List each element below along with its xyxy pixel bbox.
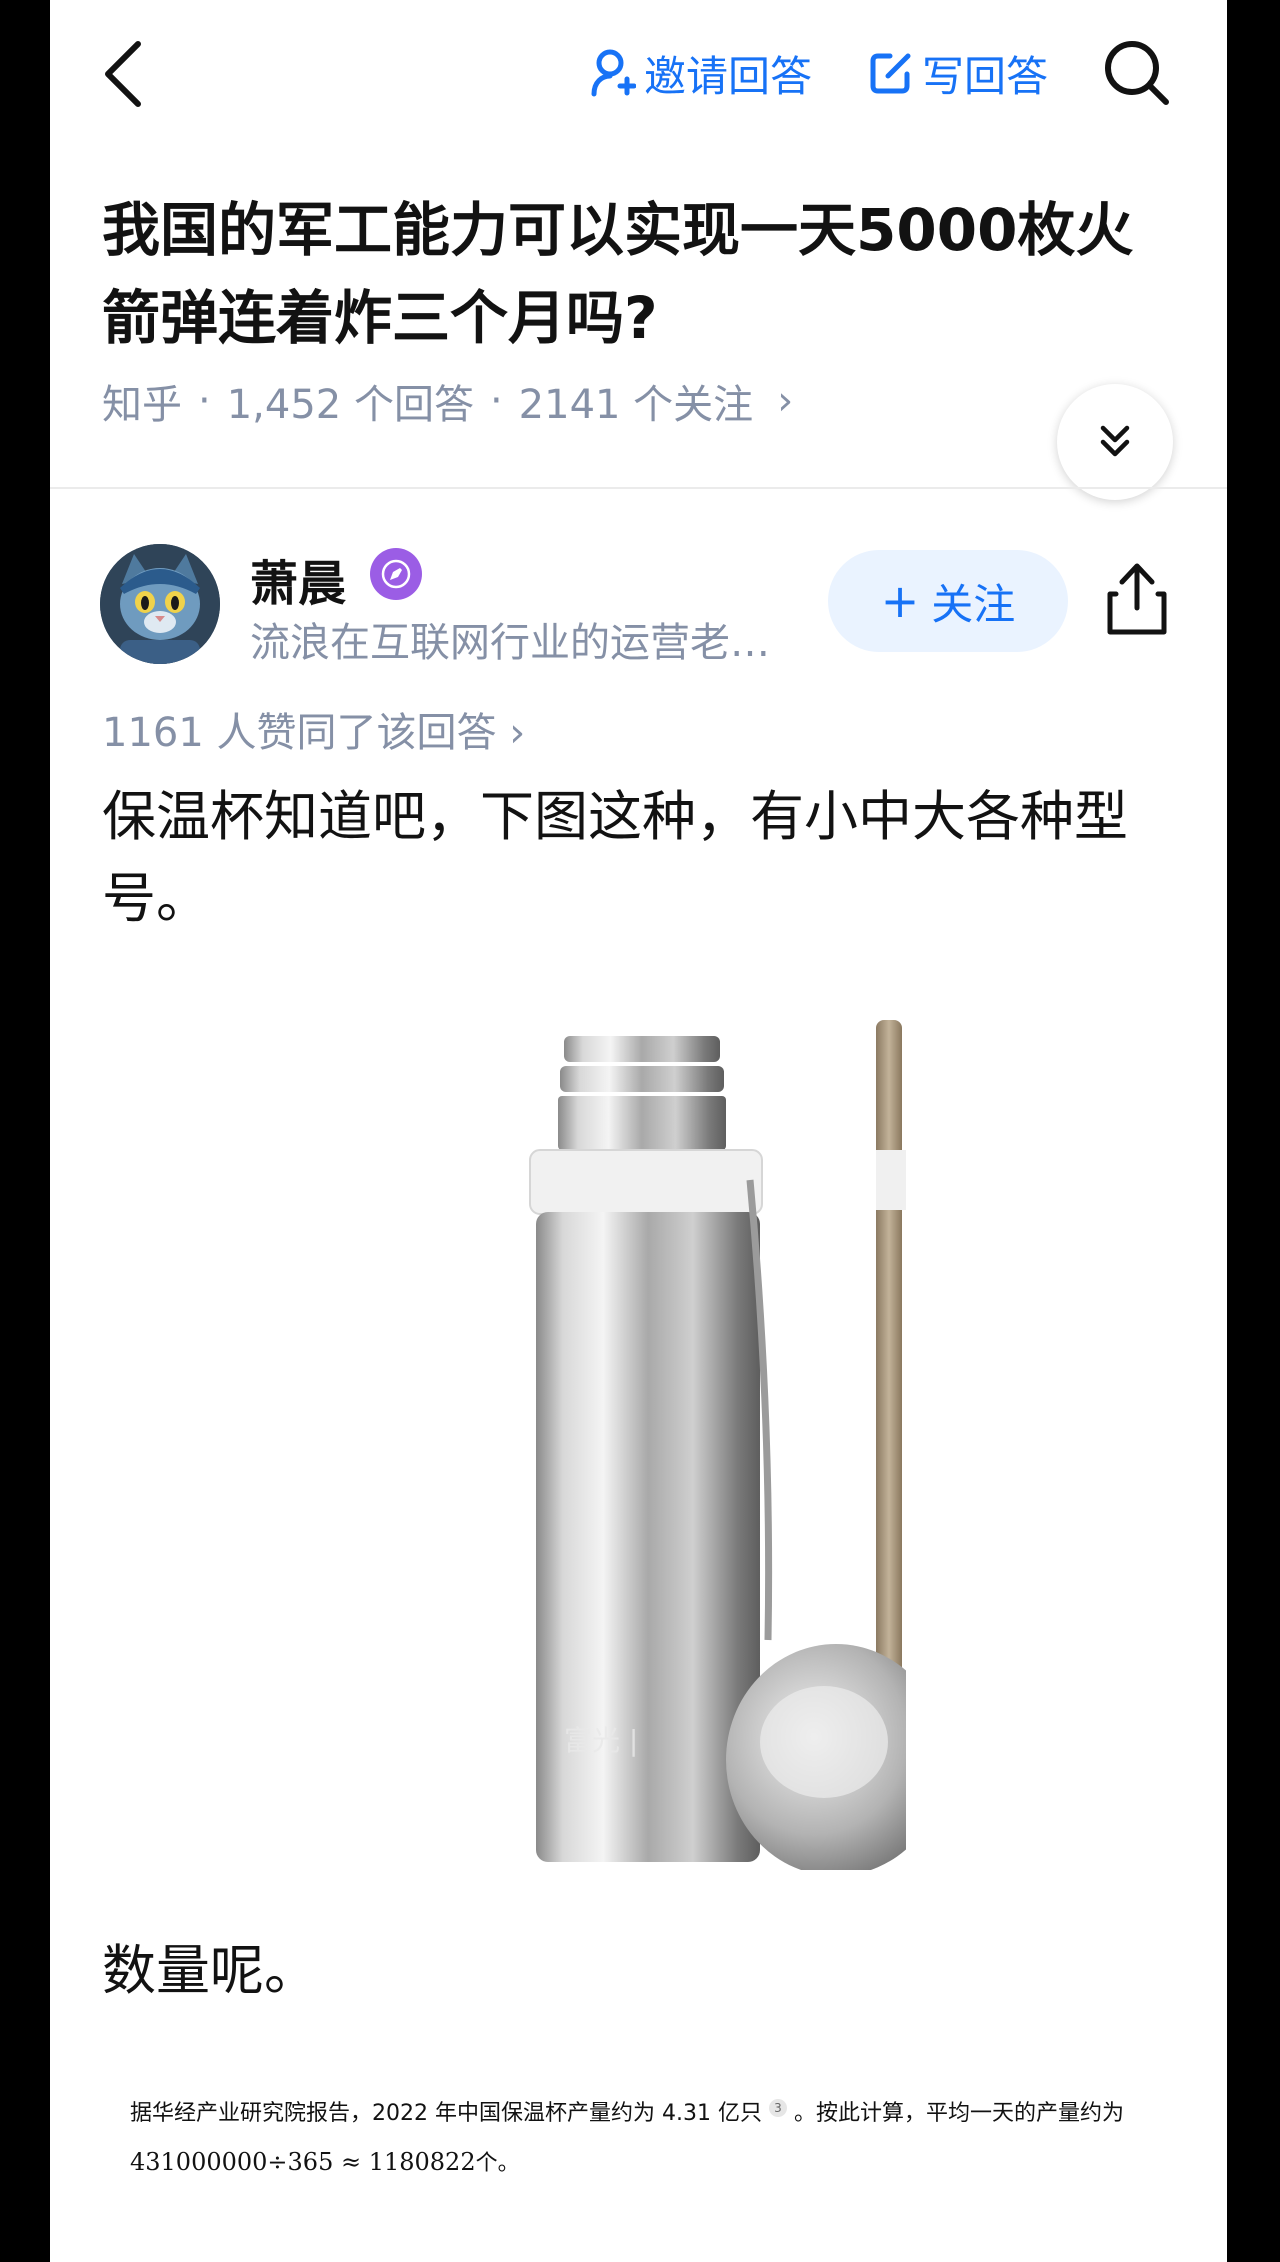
citation-formula: 431000000÷365 ≈ 1180822 (130, 2148, 476, 2176)
meta-separator: · (489, 378, 503, 424)
write-answer-label: 写回答 (922, 51, 1049, 101)
back-button[interactable] (98, 38, 148, 110)
votes-text[interactable]: 1161 人赞同了该回答 › (102, 700, 525, 758)
edit-icon (870, 53, 911, 94)
share-button[interactable] (1102, 560, 1172, 638)
svg-text:富光 |: 富光 | (564, 1724, 638, 1757)
divider (50, 487, 1227, 489)
follows-count: 2141 个关注 (518, 382, 754, 428)
double-chevron-down-icon (1100, 425, 1130, 457)
plus-icon: + (880, 574, 920, 628)
citation-main: 据华经产业研究院报告，2022 年中国保温杯产量约为 4.31 亿只 (130, 2101, 762, 2126)
verified-badge (370, 548, 422, 600)
answer-image[interactable]: 富光 | (524, 1000, 946, 1876)
expand-button[interactable] (1057, 384, 1173, 500)
follow-label: 关注 (931, 579, 1016, 629)
cat-avatar-image (100, 544, 220, 664)
question-meta[interactable]: 知乎 · 1,452 个回答 · 2141 个关注 › (102, 372, 793, 430)
answer-paragraph: 保温杯知道吧，下图这种，有小中大各种型号。 (102, 785, 1128, 930)
search-icon (1105, 41, 1169, 105)
reference-marker[interactable]: 3 (768, 2098, 787, 2117)
answer-page: 邀请回答 写回答 我国的军工能力可以实现一天5000枚火箭弹连着炸三个月吗? 知… (50, 0, 1227, 2262)
invite-user-icon (591, 49, 636, 97)
chevron-right-icon: › (777, 378, 794, 424)
citation-tail: 。按此计算，平均一天的产量约为 (793, 2101, 1124, 2126)
question-title[interactable]: 我国的军工能力可以实现一天5000枚火箭弹连着炸三个月吗? (102, 186, 1162, 362)
invite-answer-label: 邀请回答 (644, 51, 813, 101)
citation-text: 据华经产业研究院报告，2022 年中国保温杯产量约为 4.31 亿只 3 。按此… (130, 2090, 1170, 2188)
follow-button[interactable]: + 关注 (828, 550, 1068, 652)
pen-nib-icon (381, 559, 411, 589)
source-label: 知乎 (102, 382, 182, 428)
write-answer-button[interactable]: 写回答 (868, 40, 1048, 106)
search-button[interactable] (1100, 36, 1172, 108)
answer-paragraph: 数量呢。 (102, 1939, 318, 2002)
chevron-left-icon (105, 41, 141, 107)
author-name[interactable]: 萧晨 (250, 544, 346, 614)
avatar[interactable] (100, 544, 220, 664)
citation-unit: 个。 (475, 2151, 520, 2176)
meta-separator: · (198, 378, 211, 424)
author-bio: 流浪在互联网行业的运营老… (250, 620, 770, 666)
answers-count: 1,452 个回答 (226, 382, 474, 428)
vacuum-flask-image: 富光 | (524, 1000, 946, 1876)
share-icon (1107, 563, 1167, 635)
invite-answer-button[interactable]: 邀请回答 (590, 40, 812, 106)
